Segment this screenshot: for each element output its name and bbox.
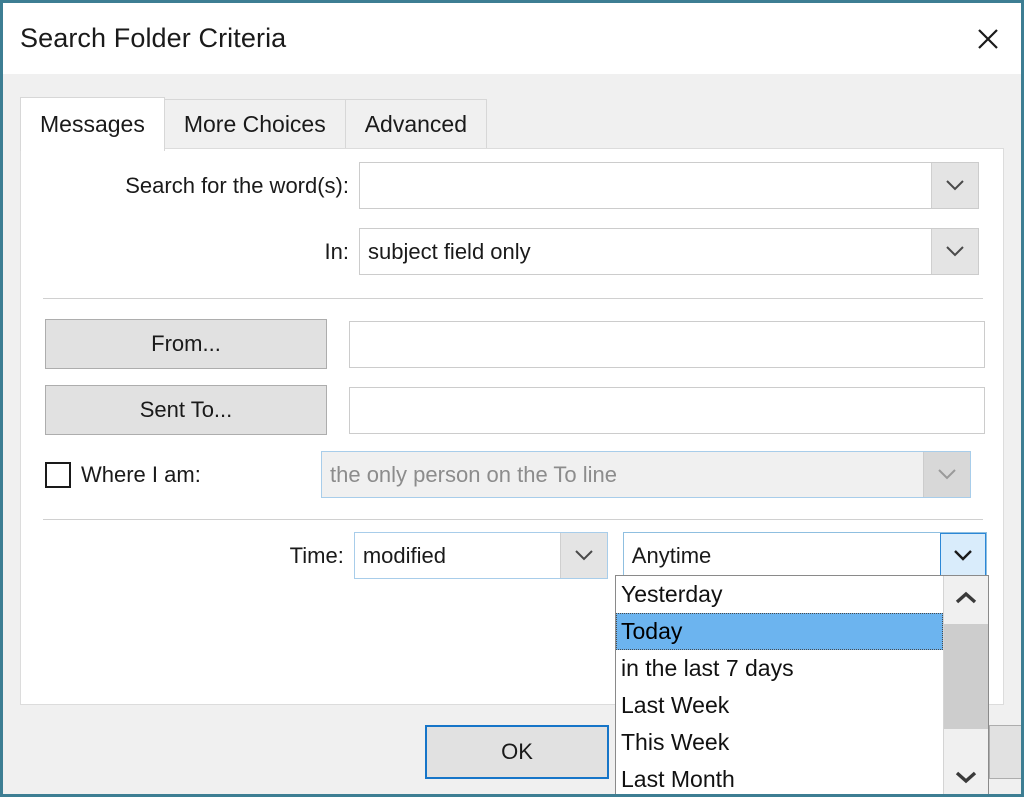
where-i-am-checkbox[interactable] xyxy=(45,462,71,488)
dropdown-option-today[interactable]: Today xyxy=(616,613,943,650)
in-combo[interactable]: subject field only xyxy=(359,228,979,275)
where-i-am-combo: the only person on the To line xyxy=(321,451,971,498)
tab-advanced[interactable]: Advanced xyxy=(345,99,487,149)
tab-strip: Messages More Choices Advanced xyxy=(3,74,1021,149)
sent-to-row: Sent To... xyxy=(45,385,985,435)
from-input[interactable] xyxy=(349,321,985,368)
dropdown-options: Yesterday Today in the last 7 days Last … xyxy=(616,576,943,797)
from-row: From... xyxy=(45,319,985,369)
dropdown-option-last-month[interactable]: Last Month xyxy=(616,761,943,797)
scroll-up-arrow-icon[interactable] xyxy=(944,576,988,620)
where-i-am-value: the only person on the To line xyxy=(322,452,923,497)
chevron-down-icon xyxy=(923,452,970,497)
search-words-combo[interactable] xyxy=(359,162,979,209)
search-words-row: Search for the word(s): xyxy=(21,162,987,209)
chevron-down-icon[interactable] xyxy=(931,229,978,274)
tab-more-choices-label: More Choices xyxy=(184,111,326,137)
in-value[interactable]: subject field only xyxy=(360,229,931,274)
tab-advanced-label: Advanced xyxy=(365,111,467,137)
tab-more-choices[interactable]: More Choices xyxy=(164,99,346,149)
separator-top xyxy=(43,298,983,299)
secondary-footer-button[interactable] xyxy=(989,725,1024,779)
search-words-input[interactable] xyxy=(360,163,931,208)
chevron-down-icon[interactable] xyxy=(940,533,986,578)
page-title: Search Folder Criteria xyxy=(3,23,286,54)
time-field-combo[interactable]: modified xyxy=(354,532,608,579)
in-label: In: xyxy=(21,239,349,265)
scrollbar-thumb[interactable] xyxy=(944,624,988,729)
title-bar: Search Folder Criteria xyxy=(3,3,1021,74)
time-range-dropdown-list: Yesterday Today in the last 7 days Last … xyxy=(615,575,989,797)
dropdown-option-yesterday[interactable]: Yesterday xyxy=(616,576,943,613)
search-folder-criteria-dialog: Search Folder Criteria Messages More Cho… xyxy=(0,0,1024,797)
close-icon[interactable] xyxy=(955,3,1021,74)
where-i-am-label: Where I am: xyxy=(81,462,321,488)
dropdown-scrollbar[interactable] xyxy=(943,576,988,797)
tab-messages[interactable]: Messages xyxy=(20,97,165,151)
from-button[interactable]: From... xyxy=(45,319,327,369)
sent-to-input[interactable] xyxy=(349,387,985,434)
chevron-down-icon[interactable] xyxy=(931,163,978,208)
sent-to-button[interactable]: Sent To... xyxy=(45,385,327,435)
where-i-am-row: Where I am: the only person on the To li… xyxy=(45,451,985,498)
search-words-label: Search for the word(s): xyxy=(21,173,349,199)
from-button-label: From... xyxy=(151,331,221,357)
time-range-combo[interactable]: Anytime xyxy=(623,532,987,579)
dropdown-option-last-7-days[interactable]: in the last 7 days xyxy=(616,650,943,687)
dropdown-option-this-week[interactable]: This Week xyxy=(616,724,943,761)
tab-messages-label: Messages xyxy=(40,111,145,137)
separator-bottom xyxy=(43,519,983,520)
time-range-value[interactable]: Anytime xyxy=(624,533,940,578)
ok-button-label: OK xyxy=(501,739,533,765)
ok-button[interactable]: OK xyxy=(425,725,609,779)
time-label: Time: xyxy=(21,543,344,569)
dropdown-option-last-week[interactable]: Last Week xyxy=(616,687,943,724)
time-field-value[interactable]: modified xyxy=(355,533,560,578)
time-row: Time: modified Anytime xyxy=(21,532,987,579)
sent-to-button-label: Sent To... xyxy=(140,397,233,423)
chevron-down-icon[interactable] xyxy=(560,533,607,578)
in-row: In: subject field only xyxy=(21,228,987,275)
scroll-down-arrow-icon[interactable] xyxy=(944,755,988,797)
